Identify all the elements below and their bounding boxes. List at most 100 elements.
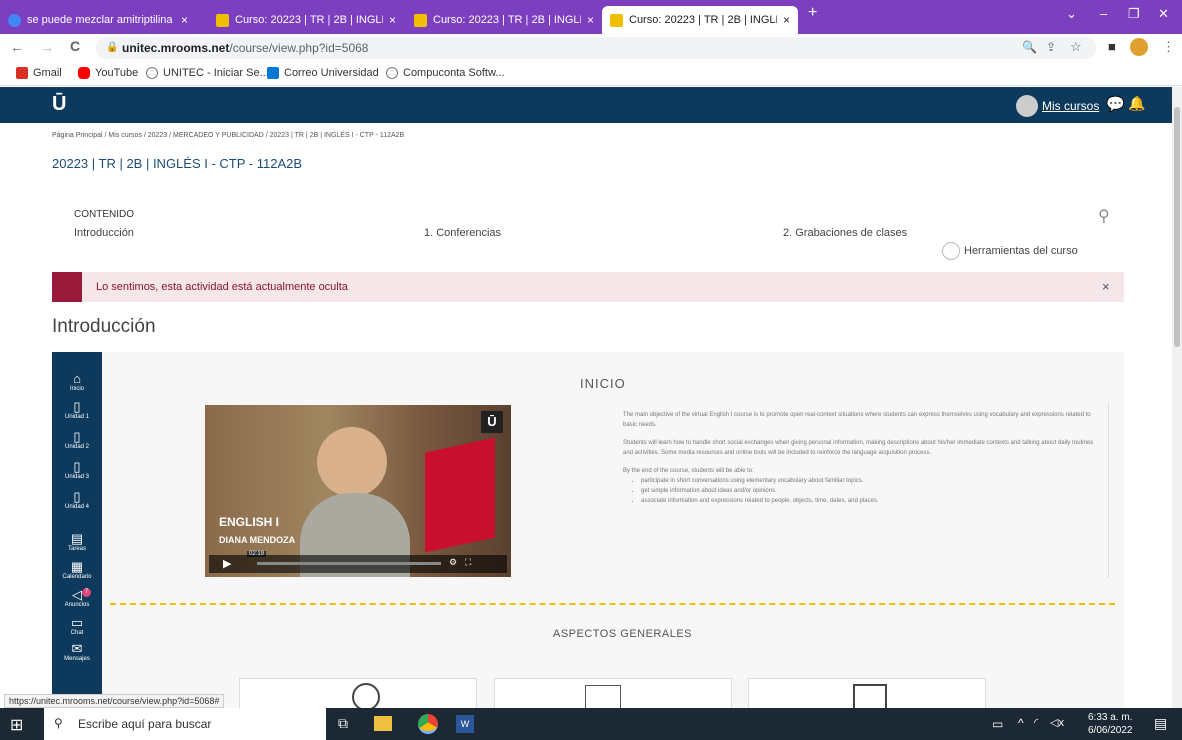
video-player[interactable]: Ū ENGLISH I DIANA MENDOZA 02:19 ▶ ⚙ ⛶ bbox=[205, 405, 511, 577]
zoom-icon[interactable]: 🔍 bbox=[1022, 40, 1037, 54]
browser-tab[interactable]: Curso: 20223 | TR | 2B | INGLÉS × bbox=[406, 6, 598, 34]
video-progress[interactable] bbox=[257, 562, 441, 565]
taskbar-search-box[interactable]: ⚲ Escribe aquí para buscar bbox=[44, 708, 326, 740]
globe-icon bbox=[386, 67, 398, 79]
tab-close-icon[interactable]: × bbox=[587, 13, 594, 27]
unitec-favicon-icon bbox=[610, 13, 623, 27]
lock-icon: 🔒 bbox=[106, 42, 119, 53]
tab-grabaciones[interactable]: 2. Grabaciones de clases bbox=[783, 227, 907, 239]
url-field[interactable]: 🔒 unitec.mrooms.net/course/view.php?id=5… bbox=[96, 37, 1096, 59]
restore-icon[interactable]: ❐ bbox=[1128, 6, 1140, 22]
file-explorer-icon[interactable] bbox=[374, 716, 392, 731]
page-title: 20223 | TR | 2B | INGLÉS I - CTP - 112A2… bbox=[52, 156, 303, 171]
tab-search-icon[interactable]: ⌄ bbox=[1066, 6, 1077, 22]
nav-unidad-3[interactable]: ▯ Unidad 3 bbox=[52, 460, 102, 481]
tab-close-icon[interactable]: × bbox=[181, 13, 188, 27]
google-icon bbox=[8, 13, 21, 27]
tools-icon bbox=[942, 242, 960, 260]
tablet-icon: ▯ bbox=[73, 429, 81, 444]
bookmark-gmail[interactable]: Gmail bbox=[16, 67, 62, 79]
aspectos-heading: ASPECTOS GENERALES bbox=[553, 628, 693, 640]
minimize-icon[interactable]: – bbox=[1100, 6, 1107, 21]
notifications-icon[interactable]: ▤ bbox=[1154, 715, 1167, 732]
fullscreen-icon[interactable]: ⛶ bbox=[465, 557, 471, 568]
browser-tab-bar: se puede mezclar amitriptilina c × Curso… bbox=[0, 0, 1182, 34]
nav-anuncios[interactable]: ◁ Anuncios 7 bbox=[52, 588, 102, 608]
nav-unidad-1[interactable]: ▯ Unidad 1 bbox=[52, 400, 102, 421]
inicio-text-block: The main objective of the virtual Englis… bbox=[623, 410, 1098, 506]
browser-tab[interactable]: se puede mezclar amitriptilina c × bbox=[0, 6, 205, 34]
inner-scrollbar[interactable] bbox=[1108, 403, 1116, 578]
unitec-favicon-icon bbox=[216, 13, 229, 27]
bookmark-compuconta[interactable]: Compuconta Softw... bbox=[386, 67, 505, 79]
chrome-icon[interactable] bbox=[418, 714, 438, 734]
browser-tab[interactable]: Curso: 20223 | TR | 2B | INGLÉS × bbox=[208, 6, 404, 34]
chat-bubble-icon[interactable]: 💬 bbox=[1106, 95, 1125, 113]
taskbar-time[interactable]: 6:33 a. m. bbox=[1088, 712, 1132, 723]
keyboard-icon[interactable]: ▭ bbox=[992, 717, 1003, 731]
back-icon[interactable]: ← bbox=[10, 39, 24, 55]
bookmark-label: Compuconta Softw... bbox=[403, 67, 505, 79]
tab-close-icon[interactable]: × bbox=[389, 13, 396, 27]
user-avatar[interactable] bbox=[1016, 95, 1038, 117]
bell-icon[interactable]: 🔔 bbox=[1128, 95, 1145, 112]
unitec-logo[interactable]: Ū bbox=[52, 93, 66, 116]
section-heading: Introducción bbox=[52, 316, 156, 337]
globe-icon bbox=[146, 67, 158, 79]
course-tools-link[interactable]: Herramientas del curso bbox=[964, 245, 1078, 257]
page-scrollbar[interactable] bbox=[1172, 87, 1182, 708]
breadcrumb[interactable]: Página Principal / Mis cursos / 20223 / … bbox=[52, 132, 404, 139]
alert-close-icon[interactable]: × bbox=[1102, 279, 1110, 294]
search-icon[interactable]: ⚲ bbox=[1098, 206, 1110, 226]
tab-conferencias[interactable]: 1. Conferencias bbox=[424, 227, 501, 239]
gmail-icon bbox=[16, 67, 28, 79]
nav-label: Anuncios bbox=[64, 602, 90, 608]
envelope-icon: ✉ bbox=[71, 641, 83, 656]
bookmark-label: UNITEC - Iniciar Se... bbox=[163, 67, 269, 79]
bookmark-youtube[interactable]: YouTube bbox=[78, 67, 138, 79]
close-window-icon[interactable]: ✕ bbox=[1158, 6, 1169, 22]
bookmark-star-icon[interactable]: ☆ bbox=[1070, 39, 1082, 55]
tab-title: Curso: 20223 | TR | 2B | INGLÉS bbox=[433, 14, 581, 26]
new-tab-button[interactable]: + bbox=[808, 4, 817, 22]
windows-start-icon[interactable]: ⊞ bbox=[10, 715, 23, 735]
nav-mensajes[interactable]: ✉ Mensajes bbox=[52, 641, 102, 663]
tab-close-icon[interactable]: × bbox=[783, 13, 790, 27]
volume-muted-icon[interactable]: ◁x bbox=[1050, 716, 1064, 729]
unitec-favicon-icon bbox=[414, 13, 427, 27]
task-view-icon[interactable]: ⧉ bbox=[338, 715, 348, 732]
nav-tareas[interactable]: ▤ Tareas bbox=[52, 532, 102, 553]
my-courses-link[interactable]: Mis cursos bbox=[1042, 99, 1099, 113]
bookmark-label: Gmail bbox=[33, 67, 62, 79]
card[interactable] bbox=[494, 678, 732, 711]
browser-tab-active[interactable]: Curso: 20223 | TR | 2B | INGLÉS × bbox=[602, 6, 798, 34]
nav-chat[interactable]: ▭ Chat bbox=[52, 615, 102, 637]
tab-introduccion[interactable]: Introducción bbox=[74, 227, 134, 239]
forward-icon[interactable]: → bbox=[40, 39, 54, 55]
bookmark-correo[interactable]: Correo Universidad bbox=[267, 67, 379, 79]
bookmark-unitec[interactable]: UNITEC - Iniciar Se... bbox=[146, 67, 269, 79]
menu-kebab-icon[interactable]: ⋮ bbox=[1162, 39, 1175, 55]
presenter-face bbox=[317, 427, 387, 497]
ball-icon bbox=[352, 683, 380, 711]
nav-calendario[interactable]: ▦ Calendario bbox=[52, 560, 102, 581]
settings-icon[interactable]: ⚙ bbox=[449, 557, 457, 568]
scrollbar-thumb[interactable] bbox=[1174, 107, 1180, 347]
card[interactable] bbox=[748, 678, 986, 710]
objective-item: associate information and expressions re… bbox=[641, 496, 1098, 506]
share-icon[interactable]: ⇪ bbox=[1046, 40, 1056, 54]
taskbar-date[interactable]: 6/06/2022 bbox=[1088, 725, 1133, 736]
word-icon[interactable]: W bbox=[456, 715, 474, 733]
side-panel-icon[interactable]: ■ bbox=[1108, 39, 1116, 54]
play-icon[interactable]: ▶ bbox=[223, 557, 231, 570]
profile-avatar[interactable] bbox=[1130, 38, 1148, 56]
nav-inicio[interactable]: ⌂ Inicio bbox=[52, 372, 102, 393]
nav-label: Unidad 2 bbox=[64, 444, 90, 450]
nav-unidad-4[interactable]: ▯ Unidad 4 bbox=[52, 490, 102, 511]
card[interactable] bbox=[239, 678, 477, 711]
nav-unidad-2[interactable]: ▯ Unidad 2 bbox=[52, 429, 102, 451]
wifi-icon[interactable]: ◜ bbox=[1034, 716, 1038, 729]
chevron-up-icon[interactable]: ^ bbox=[1018, 716, 1024, 730]
chat-icon: ▭ bbox=[70, 615, 84, 630]
reload-icon[interactable]: C bbox=[70, 38, 80, 54]
